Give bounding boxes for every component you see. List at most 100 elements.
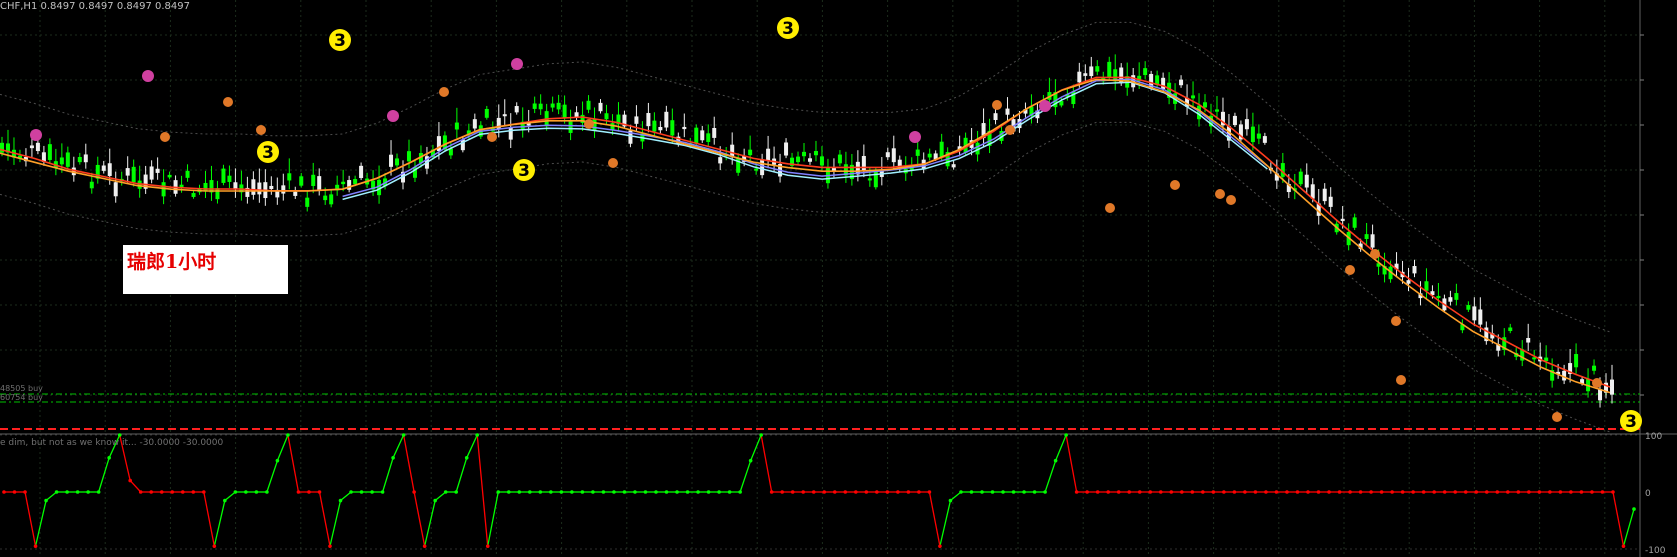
osc-point [1558, 490, 1563, 494]
osc-point [296, 490, 301, 494]
candle-body [658, 126, 663, 131]
candle-body [215, 188, 220, 200]
osc-point [1274, 490, 1279, 494]
wave-marker-label: 3 [782, 19, 794, 39]
orange-marker [1592, 378, 1602, 388]
osc-point [1527, 490, 1531, 494]
osc-point [454, 490, 458, 494]
osc-point [612, 490, 616, 494]
candle-body [586, 100, 591, 110]
osc-point [65, 490, 69, 494]
osc-point [1432, 490, 1436, 494]
osc-point [1285, 490, 1289, 494]
candle-body [323, 195, 328, 201]
candle-body [819, 156, 824, 166]
osc-point [1453, 490, 1458, 494]
candle-body [1143, 68, 1148, 76]
osc-point [822, 490, 827, 494]
osc-point [1327, 490, 1331, 494]
osc-segment [34, 500, 47, 547]
magenta-marker [30, 129, 42, 141]
osc-point [538, 490, 543, 494]
osc-point [1369, 490, 1373, 494]
candle-body [107, 163, 112, 176]
osc-point [549, 490, 553, 494]
osc-segment [424, 500, 436, 547]
osc-point [44, 498, 48, 503]
osc-point [180, 490, 185, 494]
candle-body [514, 106, 519, 113]
candle-body [1095, 66, 1100, 72]
osc-point [128, 478, 132, 483]
candle-body [760, 159, 765, 176]
candle-body [1298, 171, 1303, 185]
orange-marker [439, 87, 449, 97]
candle-body [1592, 365, 1597, 371]
osc-point [244, 490, 248, 494]
candle-body [1406, 280, 1411, 284]
osc-point [1011, 490, 1016, 494]
candle-body [807, 158, 812, 162]
candle-body [891, 148, 896, 163]
level-label-buy-2: 60754 buy [0, 393, 43, 402]
osc-point [1569, 490, 1573, 494]
candle-body [1322, 188, 1327, 202]
osc-point [685, 490, 690, 494]
magenta-marker [909, 131, 921, 143]
candle-body [562, 104, 567, 119]
candle-body [317, 176, 322, 191]
osc-segment [392, 434, 405, 459]
osc-point [780, 490, 784, 494]
magenta-marker [1039, 100, 1051, 112]
candle-body [1598, 389, 1603, 401]
wave-marker-label: 3 [1625, 412, 1637, 432]
candle-body [89, 181, 94, 189]
candle-body [1466, 305, 1471, 310]
osc-segment [203, 491, 215, 547]
osc-point [1127, 490, 1132, 494]
osc-point [496, 490, 501, 494]
candle-body [1191, 95, 1196, 99]
osc-point [170, 490, 175, 494]
candle-body [502, 114, 507, 117]
wave-marker-label: 3 [334, 31, 346, 51]
osc-point [286, 433, 290, 437]
osc-point [359, 490, 364, 494]
candle-body [1304, 174, 1309, 188]
candle-body [802, 151, 807, 157]
candle-body [646, 113, 651, 127]
candle-body [287, 173, 292, 181]
osc-point [1106, 490, 1110, 494]
osc-point [86, 490, 90, 494]
osc-segment [213, 500, 226, 547]
candle-body [257, 182, 262, 195]
candle-body [1478, 309, 1483, 325]
osc-segment [318, 491, 331, 547]
osc-point [475, 433, 480, 437]
orange-marker [487, 132, 497, 142]
osc-segment [413, 491, 426, 547]
osc-point [506, 490, 511, 494]
osc-point [696, 490, 700, 494]
osc-point [275, 458, 280, 463]
osc-point [317, 490, 322, 494]
osc-segment [1612, 491, 1625, 547]
signal-markers: 3 3 3 3 3 [30, 17, 1642, 432]
candle-body [77, 156, 82, 163]
osc-point [1053, 458, 1058, 463]
osc-point [727, 490, 732, 494]
osc-point [570, 490, 574, 494]
osc-point [790, 490, 795, 494]
candle-body [101, 165, 106, 171]
osc-point [1222, 490, 1226, 494]
osc-point [433, 498, 437, 503]
osc-point [1064, 433, 1068, 437]
osc-segment [98, 457, 110, 493]
candle-body [568, 121, 573, 133]
candle-body [837, 154, 842, 164]
osc-point [485, 544, 490, 548]
candle-body [951, 164, 956, 168]
osc-point [959, 490, 963, 494]
osc-point [717, 490, 721, 494]
osc-point [591, 490, 595, 494]
